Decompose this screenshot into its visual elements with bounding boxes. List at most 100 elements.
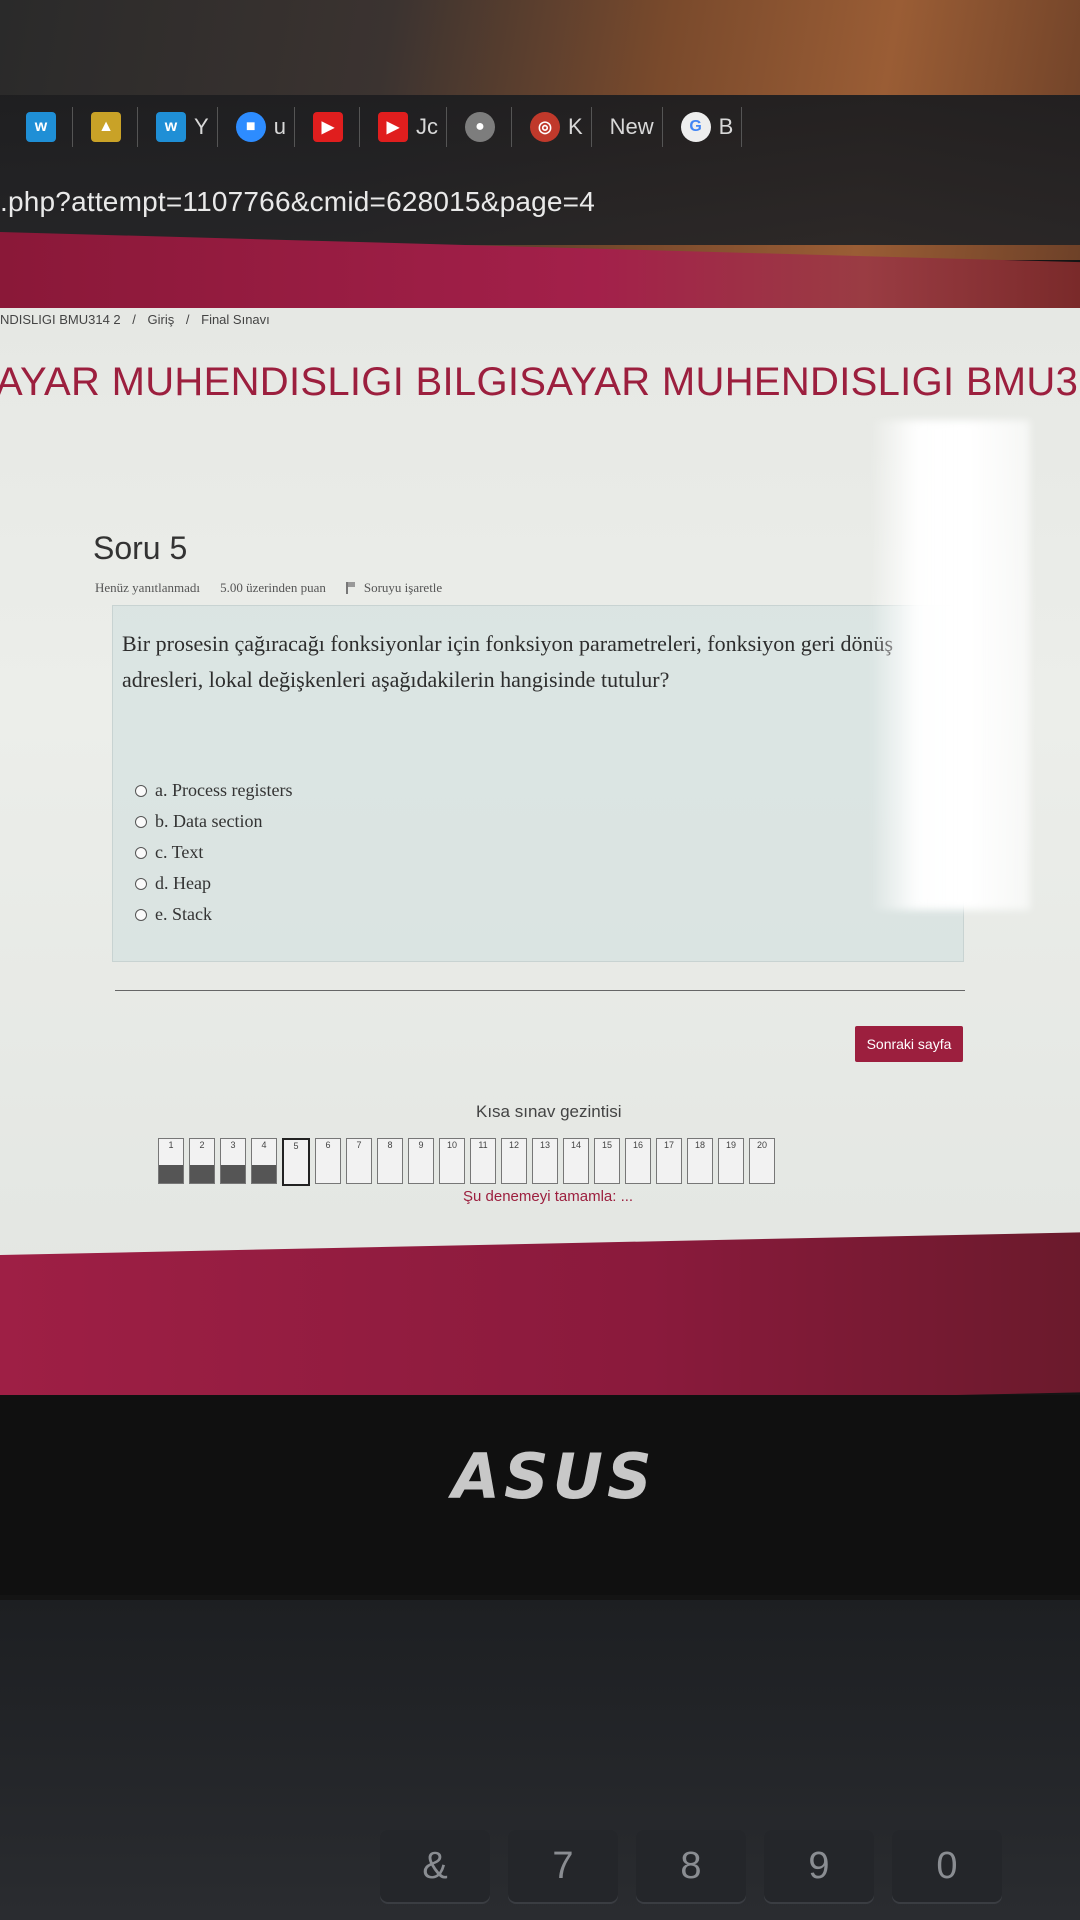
quiz-nav-button[interactable]: 8	[377, 1138, 403, 1184]
browser-tab-label: Y	[194, 114, 209, 139]
browser-tab-label: K	[567, 114, 583, 139]
quiz-nav-button[interactable]: 10	[439, 1138, 465, 1184]
breadcrumb-separator: /	[132, 312, 136, 327]
next-page-button[interactable]: Sonraki sayfa	[855, 1026, 963, 1062]
breadcrumb-course[interactable]: NDISLIGI BMU314 2	[0, 312, 121, 327]
browser-tab[interactable]: GB	[673, 107, 743, 147]
quiz-nav-number: 14	[570, 1140, 581, 1150]
quiz-nav-number: 8	[387, 1140, 393, 1150]
quiz-nav-button[interactable]: 14	[563, 1138, 589, 1184]
quiz-nav-number: 15	[601, 1140, 612, 1150]
quiz-nav-number: 5	[293, 1141, 299, 1151]
quiz-nav-button[interactable]: 2	[189, 1138, 215, 1184]
radio-button[interactable]	[135, 908, 147, 921]
finish-attempt-link[interactable]: Şu denemeyi tamamla: ...	[463, 1188, 633, 1205]
radio-button[interactable]	[135, 815, 147, 828]
flag-question-label: Soruyu işaretle	[363, 580, 443, 595]
quiz-nav-button[interactable]: 19	[718, 1138, 744, 1184]
gold-icon: ▲	[91, 112, 121, 142]
quiz-nav-number: 20	[756, 1140, 767, 1150]
quiz-nav-button[interactable]: 20	[749, 1138, 775, 1184]
option-b[interactable]: b. Data section	[135, 806, 292, 837]
browser-tab[interactable]: ▶	[305, 107, 360, 147]
record-icon: ◎	[529, 112, 560, 142]
question-points: 5.00 üzerinden puan	[220, 580, 326, 595]
option-label: d. Heap	[155, 873, 211, 893]
quiz-nav-number: 3	[230, 1140, 236, 1150]
quiz-nav-number: 2	[199, 1140, 205, 1150]
quiz-nav-button[interactable]: 7	[346, 1138, 372, 1184]
quiz-nav-button[interactable]: 9	[408, 1138, 434, 1184]
google-icon: G	[680, 112, 711, 142]
radio-button[interactable]	[135, 846, 147, 859]
breadcrumb-separator: /	[185, 312, 190, 327]
option-label: c. Text	[155, 842, 204, 862]
quiz-nav-number: 4	[261, 1140, 267, 1150]
quiz-nav-button[interactable]: 11	[470, 1138, 496, 1184]
keyboard-key: 0	[892, 1830, 1002, 1902]
option-a[interactable]: a. Process registers	[135, 775, 292, 806]
option-c[interactable]: c. Text	[135, 837, 292, 868]
option-label: b. Data section	[155, 811, 263, 831]
keyboard-key: 8	[636, 1830, 746, 1902]
quiz-nav-button[interactable]: 5	[282, 1138, 310, 1186]
wix-icon: w	[26, 112, 56, 142]
page-title: AYAR MUHENDISLIGI BILGISAYAR MUHENDISLIG…	[0, 360, 1080, 404]
breadcrumb: NDISLIGI BMU314 2 / Giriş / Final Sınavı	[0, 312, 278, 327]
quiz-nav-number: 9	[418, 1140, 424, 1150]
option-label: a. Process registers	[155, 780, 293, 800]
address-bar[interactable]: .php?attempt=1107766&cmid=628015&page=4	[0, 186, 595, 218]
quiz-nav-button[interactable]: 6	[315, 1138, 341, 1184]
flag-icon	[345, 582, 358, 594]
quiz-nav-button[interactable]: 17	[656, 1138, 682, 1184]
youtube-icon: ▶	[377, 112, 408, 142]
option-e[interactable]: e. Stack	[135, 899, 292, 930]
quiz-nav-number: 10	[446, 1140, 457, 1150]
keyboard-key: &	[380, 1830, 490, 1902]
browser-tab[interactable]: ■ u	[228, 107, 295, 147]
browser-tab[interactable]: ▲	[83, 107, 138, 147]
quiz-nav-button[interactable]: 12	[501, 1138, 527, 1184]
browser-tab[interactable]: New	[602, 107, 663, 147]
browser-tab[interactable]: ◎ K	[522, 107, 592, 147]
divider	[115, 990, 965, 991]
breadcrumb-final-exam[interactable]: Final Sınavı	[201, 312, 270, 327]
laptop-keyboard: & 7 8 9 0	[0, 1600, 1080, 1920]
option-label: e. Stack	[155, 904, 212, 924]
option-d[interactable]: d. Heap	[135, 868, 292, 899]
question-title: Soru 5	[93, 530, 188, 566]
quiz-nav-number: 6	[325, 1140, 331, 1150]
quiz-nav-button[interactable]: 1	[158, 1138, 184, 1184]
breadcrumb-home[interactable]: Giriş	[148, 312, 175, 327]
quiz-nav-button[interactable]: 3	[220, 1138, 246, 1184]
quiz-nav-number: 18	[694, 1140, 705, 1150]
flag-question-link[interactable]: Soruyu işaretle	[345, 580, 443, 596]
globe-icon: ●	[464, 112, 495, 142]
quiz-nav-button[interactable]: 16	[625, 1138, 651, 1184]
quiz-nav-button[interactable]: 4	[251, 1138, 277, 1184]
answer-options: a. Process registers b. Data section c. …	[135, 775, 292, 930]
question-text: Bir prosesin çağıracağı fonksiyonlar içi…	[122, 631, 894, 692]
quiz-nav-number: 17	[663, 1140, 674, 1150]
zoom-icon: ■	[235, 112, 266, 142]
question-status: Henüz yanıtlanmadı	[95, 580, 201, 595]
question-info: Henüz yanıtlanmadı 5.00 üzerinden puan S…	[95, 580, 442, 596]
browser-tab[interactable]: wY	[148, 107, 218, 147]
quiz-navigation-grid: 1 2 3 4 5 6 7 8 9 10 11 12 13 14 15 16 17 18 19 20	[158, 1138, 775, 1186]
browser-tab[interactable]: w	[18, 107, 73, 147]
quiz-navigation-title: Kısa sınav gezintisi	[476, 1102, 622, 1121]
site-footer-band	[0, 1232, 1080, 1415]
youtube-icon: ▶	[312, 112, 343, 142]
browser-tab-label: u	[273, 114, 286, 139]
quiz-nav-number: 1	[168, 1140, 174, 1150]
window-glare	[870, 420, 1030, 910]
radio-button[interactable]	[135, 877, 147, 890]
quiz-nav-button[interactable]: 13	[532, 1138, 558, 1184]
keyboard-key: 7	[508, 1830, 618, 1902]
browser-tab[interactable]: ▶ Jc	[370, 107, 447, 147]
browser-tab-label: Jc	[415, 114, 438, 139]
quiz-nav-button[interactable]: 18	[687, 1138, 713, 1184]
browser-tab[interactable]: ●	[457, 107, 512, 147]
quiz-nav-button[interactable]: 15	[594, 1138, 620, 1184]
radio-button[interactable]	[135, 784, 147, 797]
